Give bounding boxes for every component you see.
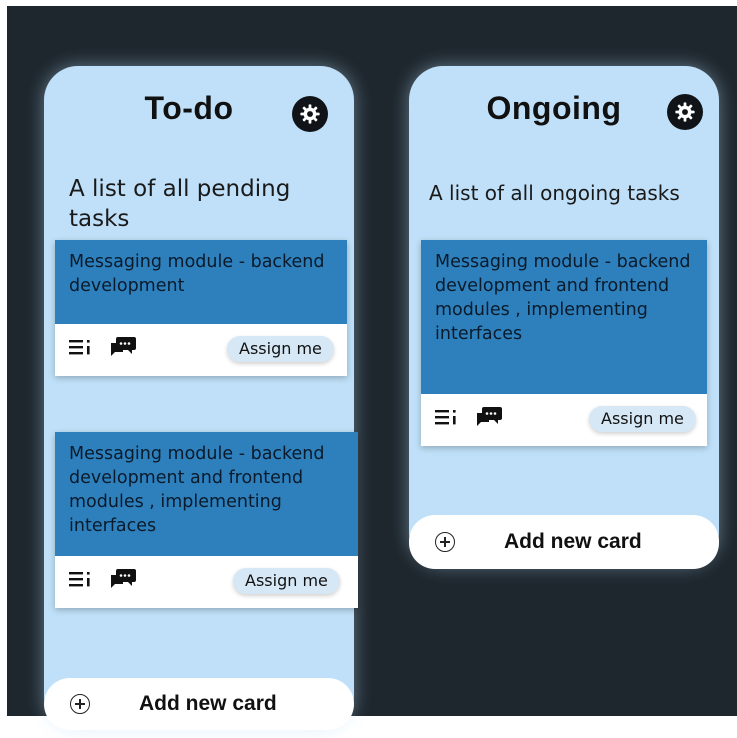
column-ongoing: Ongoing A list of all ongoing tasks Mess…: [409, 66, 719, 569]
task-card[interactable]: Messaging module - backend development a…: [421, 240, 707, 446]
card-footer: Assign me: [421, 394, 707, 446]
assign-me-button[interactable]: Assign me: [233, 568, 340, 594]
list-icon[interactable]: [435, 407, 459, 432]
gear-icon[interactable]: [292, 96, 328, 132]
plus-circle-icon: [70, 694, 90, 714]
add-card-label: Add new card: [504, 530, 642, 553]
task-card[interactable]: Messaging module - backend development a…: [55, 432, 358, 608]
add-new-card-button[interactable]: Add new card: [409, 515, 719, 569]
task-card[interactable]: Messaging module - backend development A…: [55, 240, 347, 376]
chat-icon[interactable]: [475, 405, 503, 434]
add-card-label: Add new card: [139, 692, 277, 715]
column-description: A list of all ongoing tasks: [429, 181, 680, 205]
gear-icon[interactable]: [667, 94, 703, 130]
list-icon[interactable]: [69, 569, 93, 594]
assign-me-button[interactable]: Assign me: [227, 336, 334, 362]
list-icon[interactable]: [69, 337, 93, 362]
card-footer: Assign me: [55, 556, 358, 608]
board-canvas: To-do A list of all pending tasks Messag…: [7, 6, 737, 730]
card-text: Messaging module - backend development a…: [421, 240, 707, 394]
column-description: A list of all pending tasks: [69, 176, 291, 232]
card-text: Messaging module - backend development: [55, 240, 347, 324]
card-footer: Assign me: [55, 324, 347, 376]
assign-me-button[interactable]: Assign me: [589, 406, 696, 432]
chat-icon[interactable]: [109, 335, 137, 364]
column-todo: To-do A list of all pending tasks Messag…: [44, 66, 358, 730]
card-text: Messaging module - backend development a…: [55, 432, 358, 556]
chat-icon[interactable]: [109, 567, 137, 596]
plus-circle-icon: [435, 532, 455, 552]
add-new-card-button[interactable]: Add new card: [44, 678, 354, 730]
